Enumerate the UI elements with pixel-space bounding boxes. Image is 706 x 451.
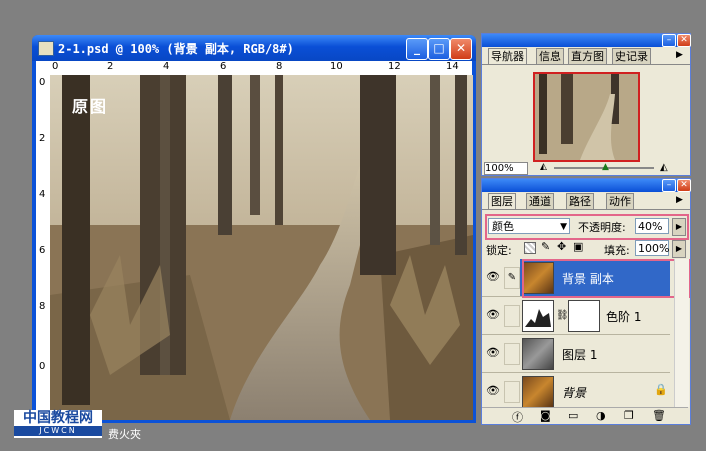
ruler-label: 14 [446,61,459,72]
document-title: 2-1.psd @ 100% (背景 副本, RGB/8#) [58,42,294,56]
forest-photo [50,75,473,420]
fill-arrow-icon[interactable]: ▶ [672,240,686,258]
navigator-preview[interactable] [533,72,640,162]
layer-row[interactable]: 👁 背景 🔒 [482,373,670,407]
watermark-right: 费火夾 [108,428,141,441]
add-mask-icon[interactable]: ◙ [540,409,551,422]
document-title-bar[interactable]: 2-1.psd @ 100% (背景 副本, RGB/8#) _ □ ✕ [32,35,476,61]
eye-icon[interactable]: 👁 [486,308,500,321]
close-button[interactable]: ✕ [450,38,472,60]
highlight-box [485,214,689,240]
layer-thumbnail [522,338,554,370]
layers-tab-bar: 图层 通道 路径 动作 ▶ [482,192,690,210]
ruler-label: 6 [39,245,46,256]
layers-title-bar[interactable]: – ✕ [482,179,691,192]
tab-histogram[interactable]: 直方图 [568,48,607,64]
layer-thumbnail [522,376,554,407]
ruler-label: 12 [388,61,401,72]
layer-link-slot[interactable] [504,305,520,327]
new-layer-icon[interactable]: ❐ [624,409,634,422]
highlight-box [522,259,690,298]
zoom-out-icon[interactable]: ◭ [540,162,547,172]
document-window: 2-1.psd @ 100% (背景 副本, RGB/8#) _ □ ✕ 0 2… [32,35,476,423]
layer-name: 图层 1 [562,348,598,362]
watermark-logo: 中国教程网 JCWCN [14,410,102,438]
tab-info[interactable]: 信息 [536,48,564,64]
panel-menu-icon[interactable]: ▶ [676,50,683,60]
navigator-thumbnail [535,74,638,160]
tab-channels[interactable]: 通道 [526,193,554,209]
ruler-label: 6 [220,61,227,72]
eye-icon[interactable]: 👁 [486,270,500,283]
image-canvas[interactable]: 原图 [50,75,473,420]
panel-close-button[interactable]: ✕ [677,179,691,192]
brush-icon[interactable]: ✎ [504,267,520,289]
layer-mask-thumbnail[interactable] [568,300,600,332]
tab-navigator[interactable]: 导航器 [488,48,527,64]
tab-actions[interactable]: 动作 [606,193,634,209]
lock-all-icon[interactable]: ▣ [573,240,583,253]
zoom-slider-handle[interactable]: ▲ [602,162,609,172]
chain-link-icon[interactable]: ⛓ [556,310,569,321]
lock-paint-icon[interactable]: ✎ [541,240,550,253]
navigator-title-bar[interactable]: – ✕ [482,34,691,47]
layer-row[interactable]: 👁 ⛓ 色阶 1 [482,297,670,335]
ruler-label: 10 [330,61,343,72]
lock-move-icon[interactable]: ✥ [557,240,566,253]
ruler-corner [36,61,50,75]
minimize-button[interactable]: _ [406,38,428,60]
tab-history[interactable]: 史记录 [612,48,651,64]
layers-panel: – ✕ 图层 通道 路径 动作 ▶ 颜色 ▼ 不透明度: 40% ▶ 锁定: ✎… [481,178,691,425]
panel-close-button[interactable]: ✕ [677,34,691,47]
ruler-label: 8 [39,301,46,312]
lock-transparent-icon[interactable] [524,242,536,254]
panel-menu-icon[interactable]: ▶ [676,195,683,205]
lock-icon: 🔒 [654,383,668,396]
eye-icon[interactable]: 👁 [486,384,500,397]
layers-bottom-toolbar: ⓕ ◙ ▭ ◑ ❐ 🗑 [482,407,688,424]
tab-paths[interactable]: 路径 [566,193,594,209]
adjustment-layer-icon[interactable]: ◑ [596,409,606,422]
delete-layer-icon[interactable]: 🗑 [652,409,666,422]
watermark-sub: JCWCN [14,426,102,436]
layer-name: 色阶 1 [606,310,642,324]
eye-icon[interactable]: 👁 [486,346,500,359]
panel-minimize-button[interactable]: – [662,179,676,192]
navigator-tab-bar: 导航器 信息 直方图 史记录 ▶ [482,47,690,65]
ruler-label: 0 [52,61,59,72]
lock-label: 锁定: [486,244,512,257]
layers-scrollbar[interactable] [674,259,689,407]
tab-layers[interactable]: 图层 [488,193,516,209]
layer-name: 背景 [562,386,587,400]
horizontal-ruler[interactable]: 0 2 4 6 8 10 12 14 [50,61,472,76]
vertical-ruler[interactable]: 0 2 4 6 8 0 [36,75,51,420]
layer-link-slot[interactable] [504,343,520,365]
ruler-label: 4 [163,61,170,72]
ruler-label: 0 [39,77,46,88]
layer-link-slot[interactable] [504,381,520,403]
navigator-panel: – ✕ 导航器 信息 直方图 史记录 ▶ 100% ◭ ▲ ◭ [481,33,691,176]
layer-style-icon[interactable]: ⓕ [512,409,523,425]
canvas-caption: 原图 [72,97,109,116]
panel-minimize-button[interactable]: – [662,34,676,47]
ruler-label: 4 [39,189,46,200]
watermark-text: 中国教程网 [23,410,93,426]
new-group-icon[interactable]: ▭ [568,409,578,422]
ruler-label: 0 [39,361,46,372]
document-icon [38,41,54,56]
maximize-button[interactable]: □ [428,38,450,60]
levels-adjustment-icon [522,300,554,332]
layer-row[interactable]: 👁 图层 1 [482,335,670,373]
fill-label: 填充: [604,244,630,257]
zoom-in-icon[interactable]: ◭ [660,162,668,173]
ruler-label: 8 [276,61,283,72]
fill-field[interactable]: 100% [635,240,669,256]
ruler-label: 2 [39,133,46,144]
ruler-label: 2 [107,61,114,72]
zoom-field[interactable]: 100% [484,162,528,175]
